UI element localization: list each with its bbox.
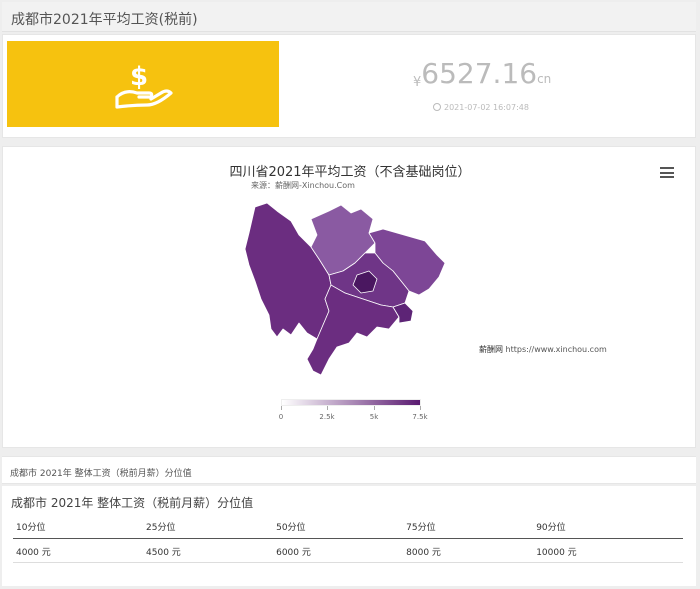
money-hand-icon: $ [115,62,173,109]
hamburger-menu-icon[interactable] [660,167,674,178]
chart-title: 四川省2021年平均工资（不含基础岗位） [229,165,471,180]
salary-number: 6527.16 [421,57,538,90]
table-cell: 6000 元 [273,538,404,563]
table-header-row: 10分位 25分位 50分位 75分位 90分位 [13,516,683,539]
update-time: 2021-07-02 16:07:48 [433,103,529,112]
legend-tick: 7.5k [412,413,428,421]
color-legend: 0 2.5k 5k 7.5k [275,399,428,429]
page-title: 成都市2021年平均工资(税前) [11,12,198,28]
table-row: 4000 元 4500 元 6000 元 8000 元 10000 元 [13,538,683,563]
table-title: 成都市 2021年 整体工资（税前月薪）分位值 [11,496,254,510]
legend-gradient-bar[interactable] [281,399,421,406]
stat-icon-box: $ [7,41,279,127]
column-header: 25分位 [143,516,274,539]
table-cell: 4000 元 [13,538,144,563]
watermark-name: 薪酬网 [479,345,503,354]
table-cell: 8000 元 [403,538,534,563]
legend-tick: 5k [369,413,379,421]
percentile-table: 10分位 25分位 50分位 75分位 90分位 4000 元 4500 元 6… [13,516,683,563]
percentile-panel: 成都市 2021年 整体工资（税前月薪）分位值 10分位 25分位 50分位 7… [2,486,696,586]
watermark-url: https://www.xinchou.com [505,345,607,354]
legend-tick: 0 [278,413,284,421]
section-label: 成都市 2021年 整体工资（税前月薪）分位值 [10,469,192,479]
column-header: 10分位 [13,516,144,539]
title-bar: 成都市2021年平均工资(税前) [2,2,696,32]
salary-unit: cn [537,72,552,86]
column-header: 50分位 [273,516,404,539]
clock-icon [433,103,441,111]
stat-panel: $ ¥6527.16cn 2021-07-02 16:07:48 [2,34,696,138]
watermark: 薪酬网 https://www.xinchou.com [479,344,607,355]
section-header: 成都市 2021年 整体工资（税前月薪）分位值 [2,456,696,484]
column-header: 75分位 [403,516,534,539]
svg-text:$: $ [130,62,148,92]
table-cell: 4500 元 [143,538,274,563]
map-chart-panel: 四川省2021年平均工资（不含基础岗位） 来源：薪酬网-Xinchou.Com … [2,146,696,448]
average-salary-value: ¥6527.16cn [413,57,551,90]
column-header: 90分位 [533,516,683,539]
legend-tick: 2.5k [319,413,335,421]
update-timestamp: 2021-07-02 16:07:48 [444,103,529,112]
table-cell: 10000 元 [533,538,683,563]
sichuan-map [244,202,446,376]
chart-subtitle: 来源：薪酬网-Xinchou.Com [251,181,355,190]
